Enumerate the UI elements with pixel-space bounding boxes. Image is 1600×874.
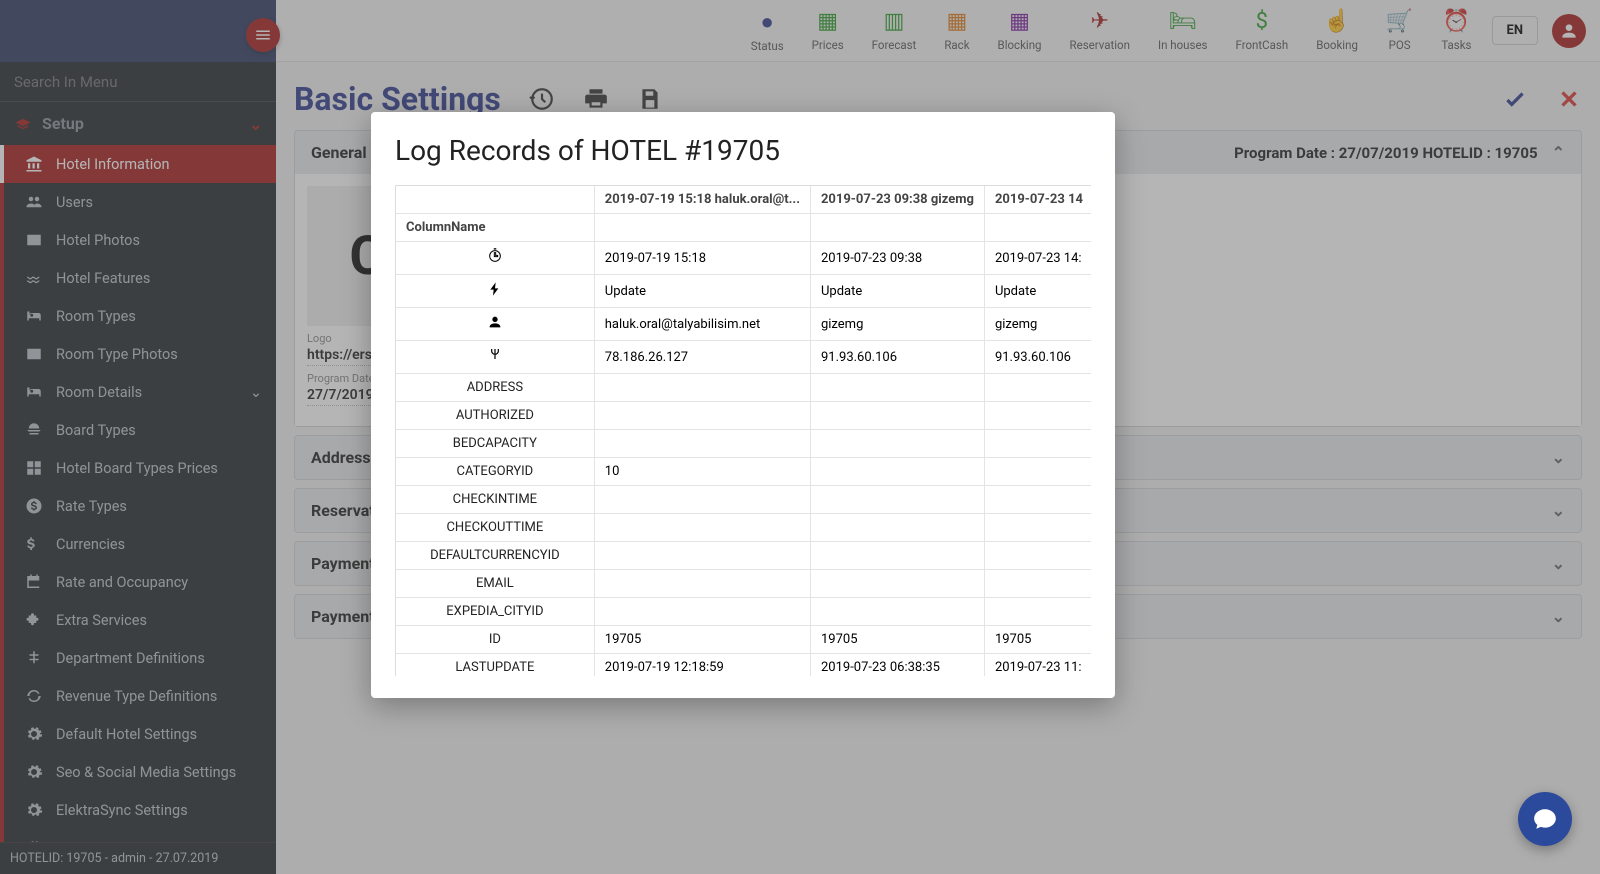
log-records-table: 2019-07-19 15:18 haluk.oral@t...2019-07-…: [395, 185, 1091, 676]
table-row: AUTHORIZED: [396, 402, 1091, 430]
table-row: EMAIL: [396, 570, 1091, 598]
log-records-modal: Log Records of HOTEL #19705 2019-07-19 1…: [371, 112, 1115, 698]
log-cell: 2019-07-23 06:38:35: [811, 654, 985, 676]
log-cell: 91.93.60.106: [985, 341, 1091, 374]
table-row: CATEGORYID10: [396, 458, 1091, 486]
log-column-name: LASTUPDATE: [396, 654, 595, 676]
table-row: DEFAULTCURRENCYID: [396, 542, 1091, 570]
log-cell: gizemg: [985, 308, 1091, 341]
table-row: UpdateUpdateUpdate: [396, 275, 1091, 308]
log-cell: [811, 374, 985, 402]
log-cell: haluk.oral@talyabilisim.net: [595, 308, 811, 341]
log-cell: [811, 570, 985, 598]
log-cell: [811, 486, 985, 514]
log-cell: [985, 402, 1091, 430]
log-cell: [595, 374, 811, 402]
table-header-row: 2019-07-19 15:18 haluk.oral@t...2019-07-…: [396, 186, 1091, 214]
log-column-name: CHECKOUTTIME: [396, 514, 595, 542]
log-cell: [595, 542, 811, 570]
log-column-name: AUTHORIZED: [396, 402, 595, 430]
log-cell: [811, 514, 985, 542]
log-cell: [595, 570, 811, 598]
user-icon: [396, 308, 595, 341]
log-cell: 19705: [595, 626, 811, 654]
log-column-name: ID: [396, 626, 595, 654]
log-column-name: EMAIL: [396, 570, 595, 598]
table-row: CHECKINTIME: [396, 486, 1091, 514]
log-column-name: EXPEDIA_CITYID: [396, 598, 595, 626]
table-row: EXPEDIA_CITYID: [396, 598, 1091, 626]
log-cell: [985, 374, 1091, 402]
log-cell: [985, 514, 1091, 542]
log-column-name: CHECKINTIME: [396, 486, 595, 514]
log-cell: 91.93.60.106: [811, 341, 985, 374]
log-cell: [811, 542, 985, 570]
log-cell: Update: [595, 275, 811, 308]
table-row: BEDCAPACITY: [396, 430, 1091, 458]
log-cell: 2019-07-23 09:38: [811, 242, 985, 275]
log-cell: Update: [811, 275, 985, 308]
log-column-name: CATEGORYID: [396, 458, 595, 486]
log-cell: [811, 598, 985, 626]
log-cell: [811, 430, 985, 458]
log-column-header[interactable]: 2019-07-19 15:18 haluk.oral@t...: [595, 186, 811, 214]
log-cell: 2019-07-19 15:18: [595, 242, 811, 275]
chat-fab[interactable]: [1518, 792, 1572, 846]
log-cell: 10: [595, 458, 811, 486]
table-row: CHECKOUTTIME: [396, 514, 1091, 542]
log-column-header[interactable]: 2019-07-23 09:38 gizemg: [811, 186, 985, 214]
log-cell: 78.186.26.127: [595, 341, 811, 374]
log-cell: [985, 570, 1091, 598]
modal-title: Log Records of HOTEL #19705: [395, 134, 1091, 167]
log-cell: [595, 486, 811, 514]
log-cell: 2019-07-23 11:: [985, 654, 1091, 676]
log-cell: [811, 458, 985, 486]
fork-icon: [396, 341, 595, 374]
log-cell: [985, 430, 1091, 458]
log-cell: Update: [985, 275, 1091, 308]
log-column-name: BEDCAPACITY: [396, 430, 595, 458]
table-row: haluk.oral@talyabilisim.netgizemggizemg: [396, 308, 1091, 341]
log-column-name: DEFAULTCURRENCYID: [396, 542, 595, 570]
log-cell: [985, 486, 1091, 514]
log-cell: gizemg: [811, 308, 985, 341]
log-cell: [595, 598, 811, 626]
table-row: ADDRESS: [396, 374, 1091, 402]
log-cell: [811, 402, 985, 430]
log-cell: [595, 402, 811, 430]
table-row: 78.186.26.12791.93.60.10691.93.60.106: [396, 341, 1091, 374]
log-cell: 19705: [985, 626, 1091, 654]
log-cell: [985, 598, 1091, 626]
log-cell: 2019-07-19 12:18:59: [595, 654, 811, 676]
log-cell: [595, 514, 811, 542]
columnname-header: ColumnName: [396, 214, 595, 242]
bolt-icon: [396, 275, 595, 308]
log-cell: [595, 430, 811, 458]
log-cell: 19705: [811, 626, 985, 654]
table-row: LASTUPDATE2019-07-19 12:18:592019-07-23 …: [396, 654, 1091, 676]
table-row: ID197051970519705: [396, 626, 1091, 654]
time-icon: [396, 242, 595, 275]
log-column-header[interactable]: 2019-07-23 14: [985, 186, 1091, 214]
log-cell: [985, 542, 1091, 570]
log-cell: 2019-07-23 14:: [985, 242, 1091, 275]
log-cell: [985, 458, 1091, 486]
table-row: 2019-07-19 15:182019-07-23 09:382019-07-…: [396, 242, 1091, 275]
log-column-name: ADDRESS: [396, 374, 595, 402]
